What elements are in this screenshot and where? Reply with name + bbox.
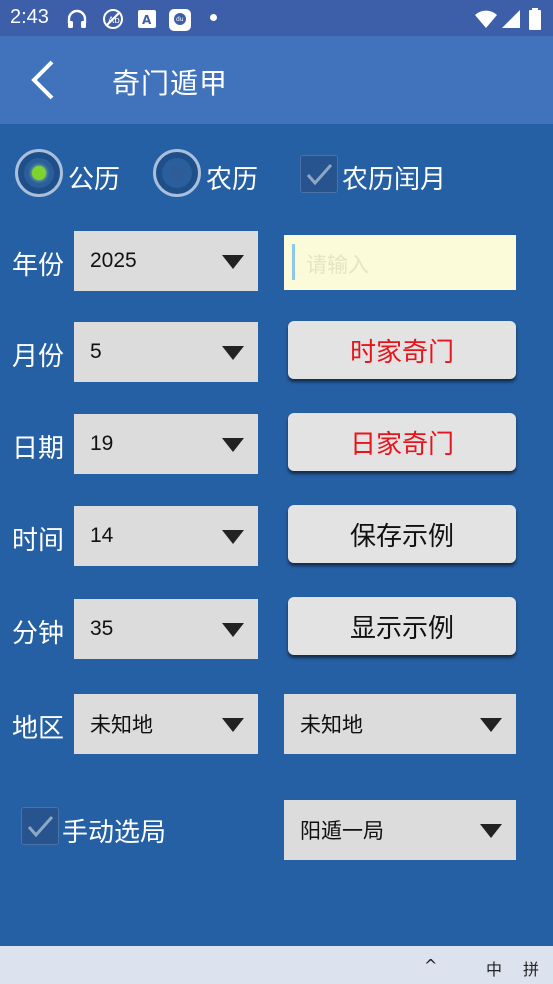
language-toggle[interactable]: 中 bbox=[486, 956, 502, 980]
wifi-icon bbox=[475, 10, 497, 28]
dropdown-arrow-icon bbox=[222, 530, 244, 544]
sub-region-select[interactable]: 未知地 bbox=[284, 694, 516, 754]
dropdown-arrow-icon bbox=[222, 438, 244, 452]
radio-selected-dot bbox=[32, 166, 46, 180]
ju-select[interactable]: 阳遁一局 bbox=[284, 800, 516, 860]
region-label: 地区 bbox=[12, 714, 65, 744]
manual-select-checkbox[interactable] bbox=[21, 807, 59, 845]
manual-select-label: 手动选局 bbox=[62, 818, 167, 848]
month-select[interactable]: 5 bbox=[74, 322, 258, 382]
status-bar: 2:43 Ab A du bbox=[0, 0, 553, 36]
day-value: 19 bbox=[90, 432, 114, 455]
page-title: 奇门遁甲 bbox=[112, 67, 229, 100]
dropdown-arrow-icon bbox=[222, 718, 244, 732]
sub-region-value: 未知地 bbox=[300, 714, 363, 737]
text-cursor bbox=[292, 244, 295, 280]
region-select[interactable]: 未知地 bbox=[74, 694, 258, 754]
signal-icon bbox=[502, 10, 520, 28]
day-label: 日期 bbox=[12, 434, 65, 464]
headphones-icon bbox=[67, 9, 87, 28]
notification-dot bbox=[210, 14, 217, 21]
show-example-button[interactable]: 显示示例 bbox=[288, 597, 516, 655]
day-select[interactable]: 19 bbox=[74, 414, 258, 474]
dropdown-arrow-icon bbox=[222, 255, 244, 269]
month-value: 5 bbox=[90, 340, 102, 363]
hour-value: 14 bbox=[90, 524, 114, 547]
radio-empty-dot bbox=[170, 166, 184, 180]
checkmark-icon bbox=[306, 164, 333, 186]
hour-label: 时间 bbox=[12, 526, 65, 556]
lunar-radio[interactable] bbox=[153, 149, 201, 197]
app-bar: 奇门遁甲 bbox=[0, 36, 553, 124]
leap-month-label: 农历闰月 bbox=[342, 165, 447, 195]
leap-month-checkbox[interactable] bbox=[300, 155, 338, 193]
chevron-up-icon[interactable]: ^ bbox=[424, 956, 437, 975]
du-app-icon: du bbox=[169, 9, 191, 31]
region-value: 未知地 bbox=[90, 714, 153, 737]
gregorian-label: 公历 bbox=[68, 165, 121, 195]
hour-qimen-button[interactable]: 时家奇门 bbox=[288, 321, 516, 379]
a-notification-icon: A bbox=[138, 10, 156, 28]
battery-icon bbox=[529, 8, 541, 30]
month-label: 月份 bbox=[12, 342, 65, 372]
minute-select[interactable]: 35 bbox=[74, 599, 258, 659]
hour-select[interactable]: 14 bbox=[74, 506, 258, 566]
keyboard-toolbar: ^ 中 拼 bbox=[0, 946, 553, 984]
checkmark-icon bbox=[27, 816, 54, 838]
input-mode-toggle[interactable]: 拼 bbox=[523, 956, 539, 980]
svg-text:du: du bbox=[176, 16, 184, 23]
svg-text:A: A bbox=[142, 13, 152, 27]
dropdown-arrow-icon bbox=[222, 346, 244, 360]
text-input[interactable]: 请输入 bbox=[284, 235, 516, 290]
year-value: 2025 bbox=[90, 249, 137, 272]
minute-value: 35 bbox=[90, 617, 114, 640]
save-example-button[interactable]: 保存示例 bbox=[288, 505, 516, 563]
year-select[interactable]: 2025 bbox=[74, 231, 258, 291]
dropdown-arrow-icon bbox=[480, 824, 502, 838]
dropdown-arrow-icon bbox=[480, 718, 502, 732]
year-label: 年份 bbox=[12, 251, 65, 281]
day-qimen-button[interactable]: 日家奇门 bbox=[288, 413, 516, 471]
chevron-left-icon[interactable] bbox=[26, 56, 66, 104]
lunar-label: 农历 bbox=[206, 165, 259, 195]
text-input-placeholder: 请输入 bbox=[306, 253, 369, 277]
gregorian-radio[interactable] bbox=[15, 149, 63, 197]
no-accessibility-icon: Ab bbox=[103, 9, 123, 29]
minute-label: 分钟 bbox=[12, 619, 65, 649]
ju-value: 阳遁一局 bbox=[300, 820, 384, 843]
dropdown-arrow-icon bbox=[222, 623, 244, 637]
status-time: 2:43 bbox=[10, 6, 49, 28]
svg-text:Ab: Ab bbox=[108, 16, 120, 26]
